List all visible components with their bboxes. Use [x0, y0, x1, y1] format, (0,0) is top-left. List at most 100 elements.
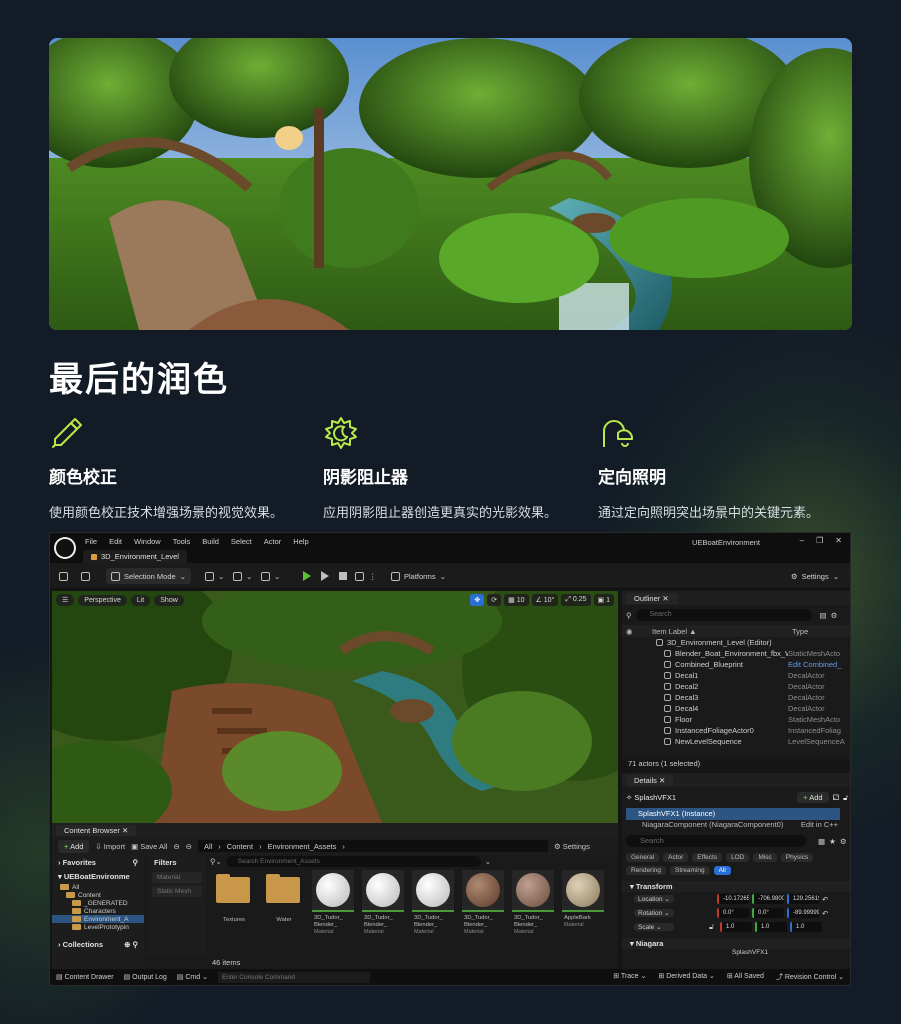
play-button[interactable] [298, 568, 316, 584]
list-item[interactable]: Decal2 DecalActor [622, 681, 850, 692]
asset-material[interactable]: 3D_Tudor_ Blender_ Material [362, 870, 404, 940]
transform-section-header[interactable]: ▾ Transform [622, 881, 850, 892]
lock-icon[interactable]: 🔓︎ [709, 922, 717, 932]
breadcrumb-environment-assets[interactable]: Environment_Assets [268, 842, 337, 851]
viewport-menu-icon[interactable]: ☰ [56, 594, 75, 606]
tree-item-selected[interactable]: Environment_A [52, 915, 144, 923]
menu-build[interactable]: Build [202, 537, 219, 546]
niagara-asset-dropdown[interactable]: SplashVFX1 [732, 949, 768, 956]
location-y-field[interactable]: -706.9800 [752, 894, 784, 904]
asset-folder[interactable]: Textures [212, 870, 254, 940]
tab-details[interactable]: Details ✕ [626, 774, 674, 786]
platforms-button[interactable]: Platforms ⌄ [386, 568, 451, 584]
visibility-icon[interactable]: ◉ [622, 627, 652, 636]
project-header[interactable]: ▾ UEBoatEnvironme [52, 869, 144, 883]
filter-physics[interactable]: Physics [780, 853, 814, 862]
filter-icon[interactable]: ⚲⌄ [210, 857, 222, 866]
menu-select[interactable]: Select [231, 537, 252, 546]
item-type-link[interactable]: Edit Combined_ [788, 660, 841, 669]
camera-speed-icon[interactable]: ▣ 1 [593, 594, 614, 606]
filter-all[interactable]: All [713, 866, 731, 875]
minimize-icon[interactable]: – [800, 536, 804, 545]
outliner-search-input[interactable]: Search [635, 609, 812, 621]
step-button[interactable] [316, 568, 334, 584]
derived-data-button[interactable]: ⊞ Derived Data ⌄ [658, 972, 714, 982]
show-button[interactable]: Show [154, 594, 184, 606]
add-component-button[interactable]: + Add [797, 792, 829, 803]
filter-icon[interactable]: ⚲ [626, 611, 632, 620]
tree-item[interactable]: LevelPrototypin [52, 923, 144, 931]
rotation-y-field[interactable]: 0.0° [752, 908, 784, 918]
list-item[interactable]: Floor StaticMeshActo [622, 714, 850, 725]
filter-lod[interactable]: LOD [726, 853, 750, 862]
revision-control-button[interactable]: ⤴ Revision Control ⌄ [776, 972, 844, 982]
list-item[interactable]: NewLevelSequence LevelSequenceA [622, 736, 850, 747]
filter-misc[interactable]: Misc [753, 853, 777, 862]
add-folder-icon[interactable]: ▤ [820, 611, 827, 620]
filter-rendering[interactable]: Rendering [626, 866, 666, 875]
gear-icon[interactable]: ⚙ [831, 611, 838, 620]
save-icon[interactable] [54, 568, 73, 584]
rotation-z-field[interactable]: -89.99999 [787, 908, 819, 918]
asset-material[interactable]: 3D_Tudor_ Blender_ Material [412, 870, 454, 940]
filter-streaming[interactable]: Streaming [670, 866, 710, 875]
settings-button[interactable]: ⚙ Settings [554, 842, 590, 851]
breadcrumb-content[interactable]: Content [227, 842, 253, 851]
menu-tools[interactable]: Tools [173, 537, 191, 546]
edit-in-cpp-link[interactable]: Edit in C++ [801, 820, 838, 829]
asset-material[interactable]: AppleBark Material [562, 870, 604, 940]
add-collection-icon[interactable]: ⊕ [124, 940, 130, 949]
menu-window[interactable]: Window [134, 537, 161, 546]
add-button[interactable]: + Add [58, 839, 90, 853]
forward-icon[interactable]: ⊖ [186, 842, 192, 851]
scale-dropdown[interactable]: Scale ⌄ [634, 923, 674, 931]
scale-snap-icon[interactable]: ⤢ 0.25 [561, 594, 591, 606]
niagara-section-header[interactable]: ▾ Niagara [622, 938, 850, 949]
perspective-button[interactable]: Perspective [78, 594, 127, 606]
search-icon[interactable]: ⚲ [133, 858, 139, 867]
lit-button[interactable]: Lit [130, 594, 151, 606]
list-item[interactable]: Decal1 DecalActor [622, 670, 850, 681]
menu-help[interactable]: Help [293, 537, 308, 546]
asset-search-input[interactable]: Search Environment_Assets [225, 855, 481, 867]
angle-snap-icon[interactable]: ∠ 10° [531, 594, 559, 606]
selection-mode-button[interactable]: Selection Mode ⌄ [106, 568, 191, 584]
list-item[interactable]: Blender_Boat_Environment_fbx_W StaticMesh… [622, 648, 850, 659]
rotation-x-field[interactable]: 0.0° [717, 908, 749, 918]
list-item[interactable]: 3D_Environment_Level (Editor) [622, 637, 850, 648]
filter-static-mesh[interactable]: Static Mesh [152, 886, 202, 897]
blueprint-icon[interactable]: ⌄ [228, 568, 257, 584]
location-z-field[interactable]: 129.25619 [787, 894, 819, 904]
move-tool-icon[interactable]: ✥ [470, 594, 485, 606]
filter-general[interactable]: General [626, 853, 660, 862]
level-viewport[interactable]: ☰ Perspective Lit Show ✥ ⟳ ▦ 10 ∠ 10° ⤢ … [52, 591, 618, 823]
tab-level[interactable]: 3D_Environment_Level [83, 550, 187, 563]
settings-button[interactable]: ⚙ Settings ⌄ [786, 568, 844, 584]
reset-icon[interactable]: ↶ [822, 909, 828, 918]
filter-actor[interactable]: Actor [663, 853, 689, 862]
trace-button[interactable]: ⊞ Trace ⌄ [613, 972, 646, 982]
list-item[interactable]: Decal3 DecalActor [622, 692, 850, 703]
tree-item[interactable]: _GENERATED [52, 899, 144, 907]
tree-item[interactable]: All [52, 883, 144, 891]
content-drawer-button[interactable]: ▤ Content Drawer [56, 973, 114, 981]
import-button[interactable]: ⇩ Import [95, 842, 125, 851]
blueprint-icon[interactable]: ⚁ [833, 793, 840, 802]
browse-icon[interactable] [76, 568, 95, 584]
details-search-input[interactable]: Search [626, 835, 806, 847]
save-all-button[interactable]: ▣ Save All [131, 842, 167, 851]
output-log-button[interactable]: ▤ Output Log [124, 973, 167, 981]
tree-item[interactable]: Characters [52, 907, 144, 915]
col-item-label[interactable]: Item Label ▲ [652, 627, 792, 636]
tab-outliner[interactable]: Outliner ✕ [626, 592, 677, 604]
console-input[interactable]: Enter Console Command [217, 971, 370, 983]
back-icon[interactable]: ⊖ [173, 842, 179, 851]
lock-icon[interactable]: 🔓︎ [843, 793, 848, 803]
menu-edit[interactable]: Edit [109, 537, 122, 546]
tree-item[interactable]: Content [52, 891, 144, 899]
menu-file[interactable]: File [85, 537, 97, 546]
gear-icon[interactable]: ⚙ [840, 837, 847, 846]
component-row[interactable]: NiagaraComponent (NiagaraComponent0) [642, 820, 783, 829]
scale-z-field[interactable]: 1.0 [790, 922, 822, 932]
filter-material[interactable]: Material [152, 872, 202, 883]
